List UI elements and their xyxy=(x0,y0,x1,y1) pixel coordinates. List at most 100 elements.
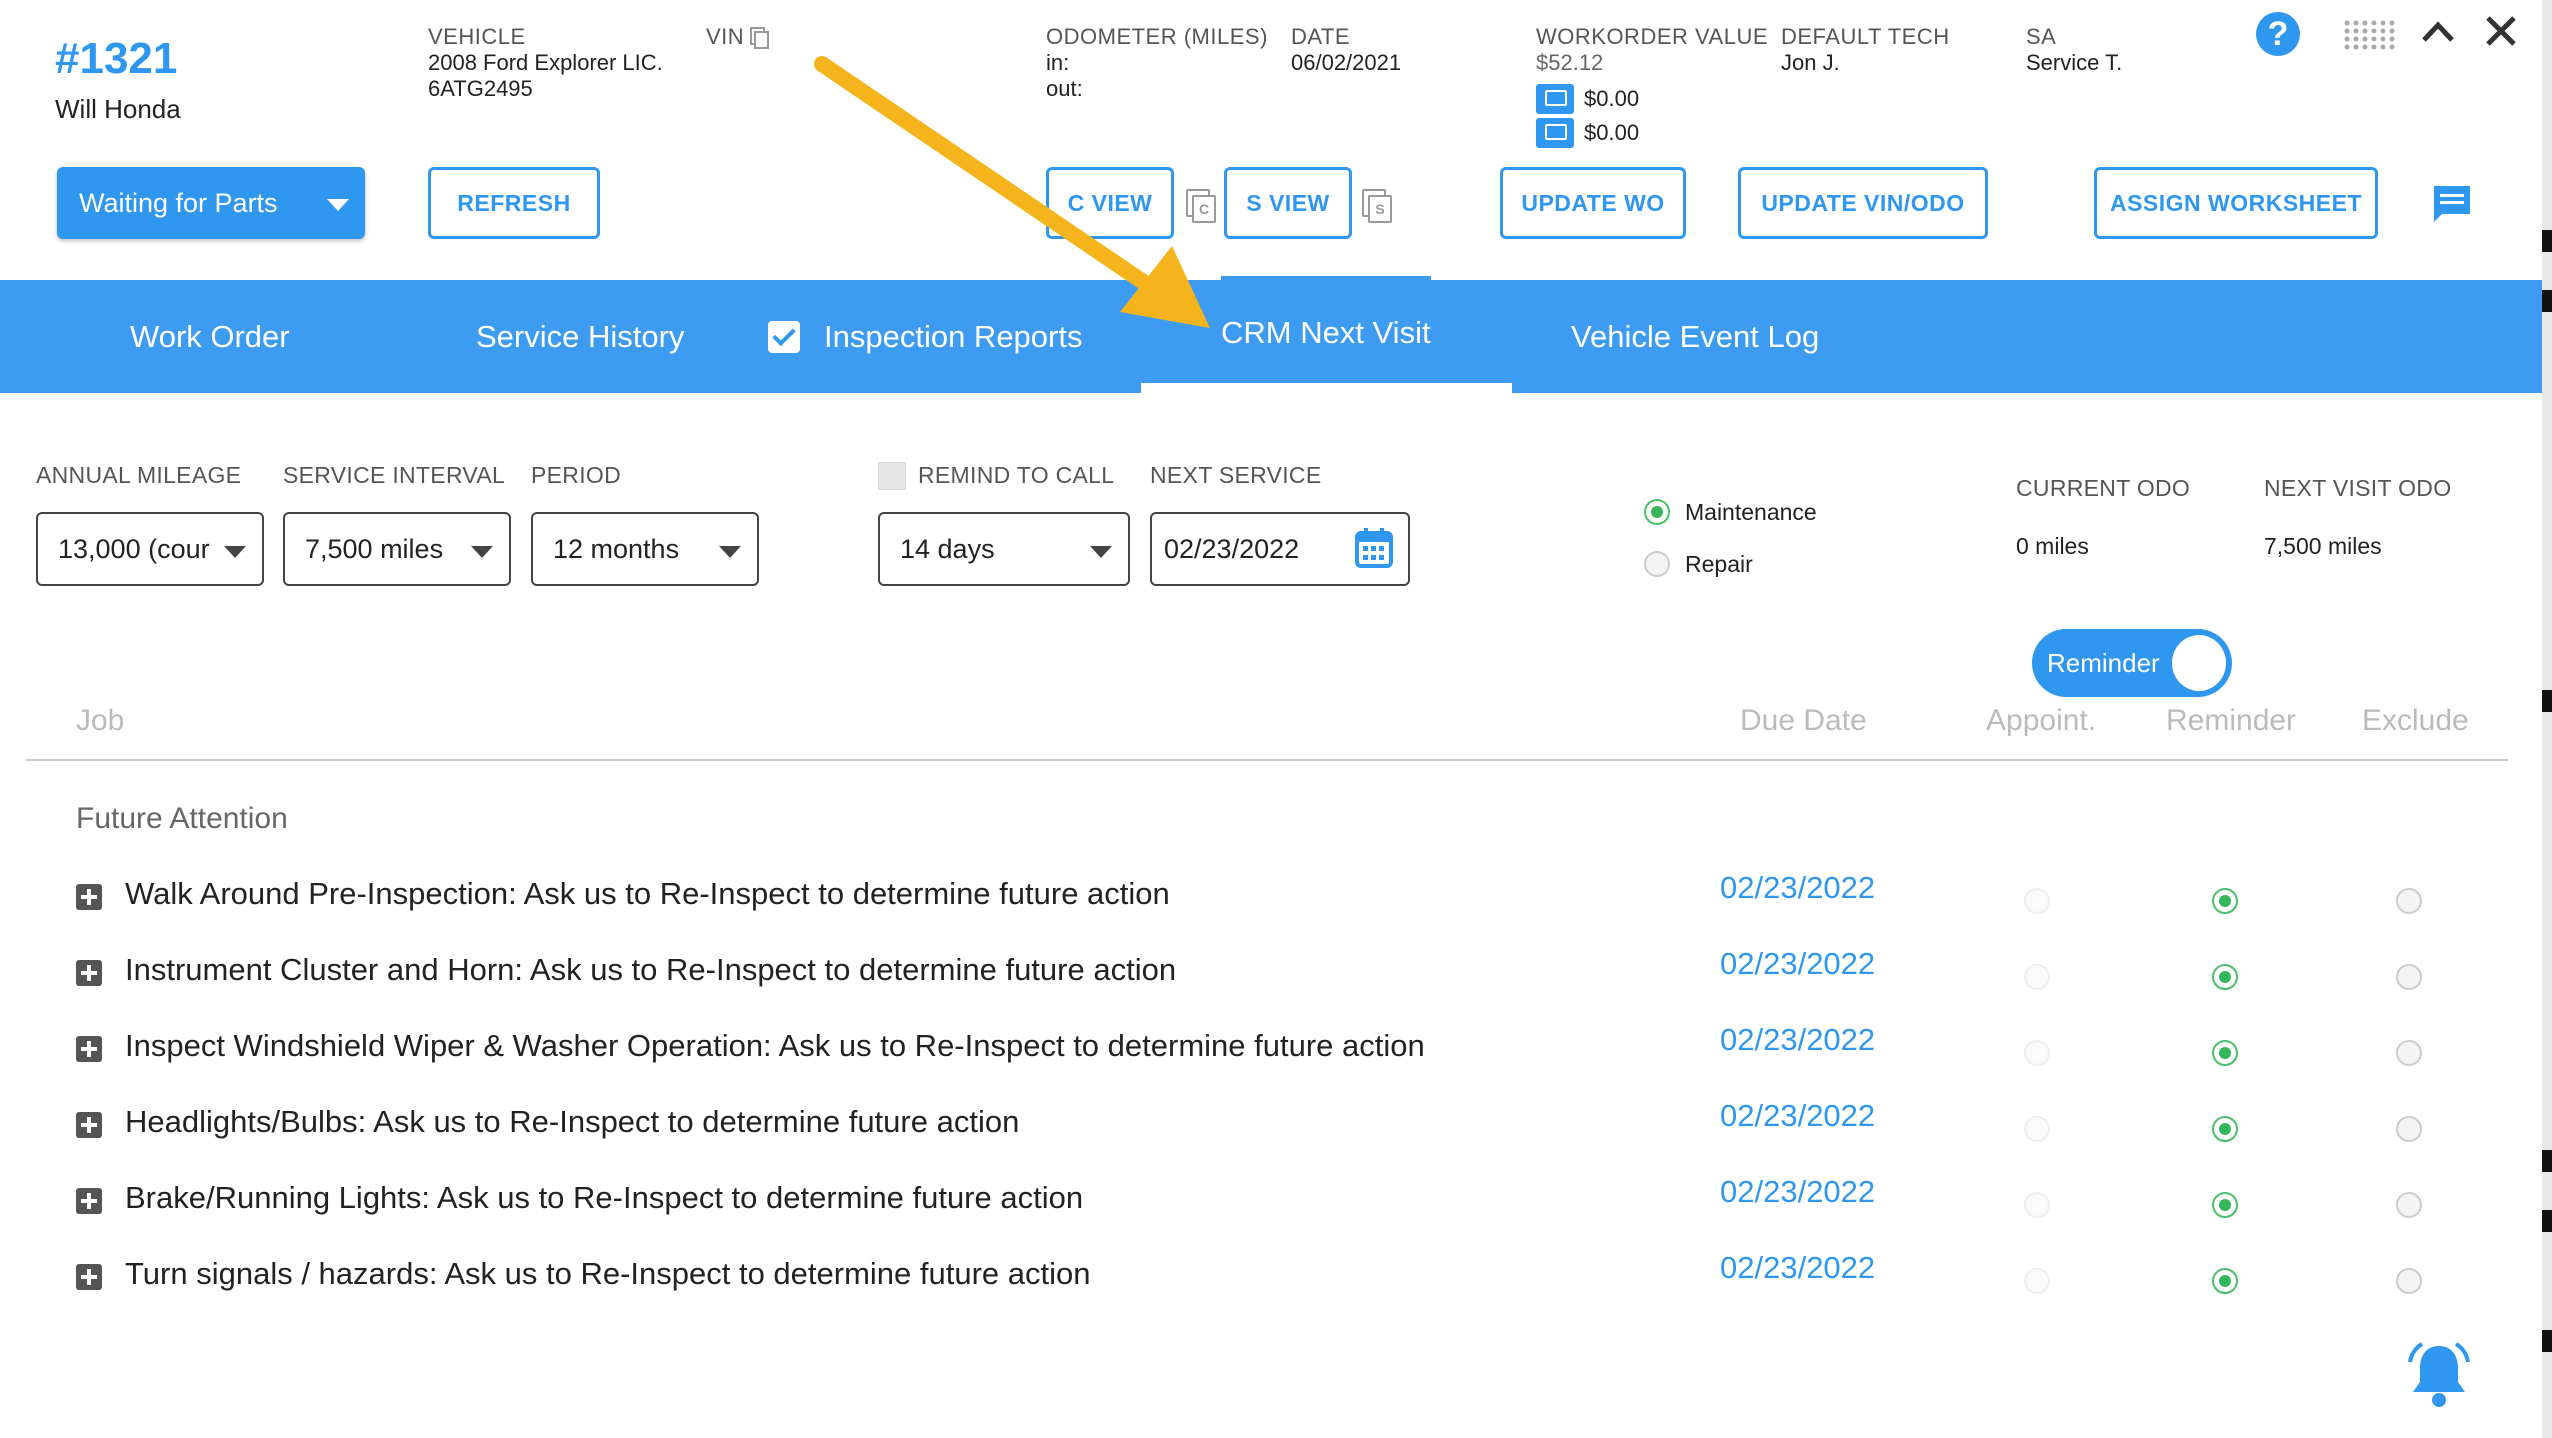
table-divider xyxy=(26,759,2508,761)
price-row-paid: $0.00 xyxy=(1536,118,1768,148)
exclude-radio[interactable] xyxy=(2396,964,2422,990)
table-row: Walk Around Pre-Inspection: Ask us to Re… xyxy=(0,870,2542,960)
customer-name: Will Honda xyxy=(55,94,181,124)
due-date[interactable]: 02/23/2022 xyxy=(1720,946,1875,982)
appoint-radio[interactable] xyxy=(2024,1268,2050,1294)
expand-plus-icon[interactable] xyxy=(76,1112,102,1138)
status-value: Waiting for Parts xyxy=(79,187,278,218)
remind-to-call-select[interactable]: 14 days xyxy=(878,512,1130,586)
reminder-radio[interactable] xyxy=(2212,1192,2238,1218)
annual-mileage-select[interactable]: 13,000 (cour xyxy=(36,512,264,586)
refresh-button[interactable]: REFRESH xyxy=(428,167,600,239)
column-header-job: Job xyxy=(76,704,125,737)
exclude-radio[interactable] xyxy=(2396,1192,2422,1218)
appoint-radio[interactable] xyxy=(2024,964,2050,990)
tab-work-order[interactable]: Work Order xyxy=(130,280,290,393)
due-date[interactable]: 02/23/2022 xyxy=(1720,1174,1875,1210)
job-description: Turn signals / hazards: Ask us to Re-Ins… xyxy=(125,1256,1091,1291)
help-icon[interactable]: ? xyxy=(2256,12,2300,56)
repair-label: Repair xyxy=(1685,551,1753,577)
send-invoice-icon[interactable] xyxy=(1536,84,1574,114)
remind-to-call-checkbox[interactable] xyxy=(878,462,906,490)
expand-plus-icon[interactable] xyxy=(76,960,102,986)
collapse-chevron-icon[interactable] xyxy=(2420,18,2456,44)
update-vin-odo-button[interactable]: UPDATE VIN/ODO xyxy=(1738,167,1988,239)
update-wo-button[interactable]: UPDATE WO xyxy=(1500,167,1686,239)
payment-icon[interactable] xyxy=(1536,118,1574,148)
expand-plus-icon[interactable] xyxy=(76,1188,102,1214)
tab-crm-next-visit[interactable]: CRM Next Visit xyxy=(1221,276,1431,389)
appoint-radio[interactable] xyxy=(2024,888,2050,914)
expand-plus-icon[interactable] xyxy=(76,1036,102,1062)
exclude-radio[interactable] xyxy=(2396,1040,2422,1066)
reminder-radio[interactable] xyxy=(2212,1268,2238,1294)
column-header-reminder: Reminder xyxy=(2166,704,2297,737)
job-description: Headlights/Bulbs: Ask us to Re-Inspect t… xyxy=(125,1104,1020,1139)
appoint-radio[interactable] xyxy=(2024,1040,2050,1066)
workorder-value-label: WORKORDER VALUE xyxy=(1536,24,1769,49)
copy-s-view-icon[interactable]: S xyxy=(1362,189,1392,223)
copy-vin-icon[interactable] xyxy=(750,27,770,49)
assign-worksheet-button[interactable]: ASSIGN WORKSHEET xyxy=(2094,167,2378,239)
vin-label: VIN xyxy=(706,24,745,49)
service-interval-select[interactable]: 7,500 miles xyxy=(283,512,511,586)
sa-label: SA xyxy=(2026,24,2057,49)
annotation-arrow xyxy=(814,56,1210,328)
reminder-radio[interactable] xyxy=(2212,888,2238,914)
chevron-down-icon xyxy=(471,546,493,558)
due-date[interactable]: 02/23/2022 xyxy=(1720,1098,1875,1134)
reminder-radio[interactable] xyxy=(2212,964,2238,990)
due-date[interactable]: 02/23/2022 xyxy=(1720,870,1875,906)
reminder-toggle-label: Reminder xyxy=(2047,647,2160,678)
chevron-down-icon xyxy=(224,546,246,558)
appoint-radio[interactable] xyxy=(2024,1116,2050,1142)
exclude-radio[interactable] xyxy=(2396,888,2422,914)
job-description: Instrument Cluster and Horn: Ask us to R… xyxy=(125,952,1177,987)
maintenance-radio[interactable] xyxy=(1644,499,1670,525)
s-view-button[interactable]: S VIEW xyxy=(1224,167,1352,239)
due-date[interactable]: 02/23/2022 xyxy=(1720,1022,1875,1058)
expand-plus-icon[interactable] xyxy=(76,1264,102,1290)
work-order-number: #1321 xyxy=(55,34,178,83)
work-order-panel: #1321 Will Honda VEHICLE 2008 Ford Explo… xyxy=(0,0,2542,1438)
next-service-value: 02/23/2022 xyxy=(1164,533,1300,564)
reminder-toggle[interactable]: Reminder xyxy=(2032,629,2232,697)
close-icon[interactable] xyxy=(2484,14,2518,48)
tab-service-history[interactable]: Service History xyxy=(476,280,684,393)
period-select[interactable]: 12 months xyxy=(531,512,759,586)
price-paid: $0.00 xyxy=(1584,120,1640,145)
date-info: DATE 06/02/2021 xyxy=(1291,24,1401,76)
column-header-due-date: Due Date xyxy=(1740,704,1867,737)
notification-bell-icon[interactable] xyxy=(2404,1340,2474,1410)
service-interval-label: SERVICE INTERVAL xyxy=(283,462,506,488)
apps-grid-icon[interactable] xyxy=(2344,20,2396,50)
expand-plus-icon[interactable] xyxy=(76,884,102,910)
calendar-icon[interactable] xyxy=(1354,527,1394,569)
tab-vehicle-event-log[interactable]: Vehicle Event Log xyxy=(1571,280,1819,393)
current-odo-value: 0 miles xyxy=(2016,533,2089,559)
maintenance-label: Maintenance xyxy=(1685,499,1817,525)
table-row: Headlights/Bulbs: Ask us to Re-Inspect t… xyxy=(0,1098,2542,1188)
next-service-date-input[interactable]: 02/23/2022 xyxy=(1150,512,1410,586)
vehicle-plate: 6ATG2495 xyxy=(428,76,533,101)
exclude-radio[interactable] xyxy=(2396,1116,2422,1142)
job-description: Walk Around Pre-Inspection: Ask us to Re… xyxy=(125,876,1170,911)
next-visit-odo-label: NEXT VISIT ODO xyxy=(2264,475,2452,501)
chat-icon[interactable] xyxy=(2430,182,2474,226)
repair-radio[interactable] xyxy=(1644,551,1670,577)
chevron-down-icon xyxy=(327,199,349,211)
due-date[interactable]: 02/23/2022 xyxy=(1720,1250,1875,1286)
status-dropdown[interactable]: Waiting for Parts xyxy=(57,167,365,239)
vin-info: VIN xyxy=(706,24,770,50)
appoint-radio[interactable] xyxy=(2024,1192,2050,1218)
table-row: Instrument Cluster and Horn: Ask us to R… xyxy=(0,946,2542,1036)
vehicle-info: VEHICLE 2008 Ford Explorer LIC. 6ATG2495 xyxy=(428,24,663,102)
annual-mileage-value: 13,000 (cour xyxy=(58,533,210,564)
exclude-radio[interactable] xyxy=(2396,1268,2422,1294)
next-visit-odo-value: 7,500 miles xyxy=(2264,533,2382,559)
reminder-radio[interactable] xyxy=(2212,1116,2238,1142)
reminder-radio[interactable] xyxy=(2212,1040,2238,1066)
column-header-appoint: Appoint. xyxy=(1986,704,2097,737)
date-label: DATE xyxy=(1291,24,1351,49)
date-value: 06/02/2021 xyxy=(1291,50,1402,75)
